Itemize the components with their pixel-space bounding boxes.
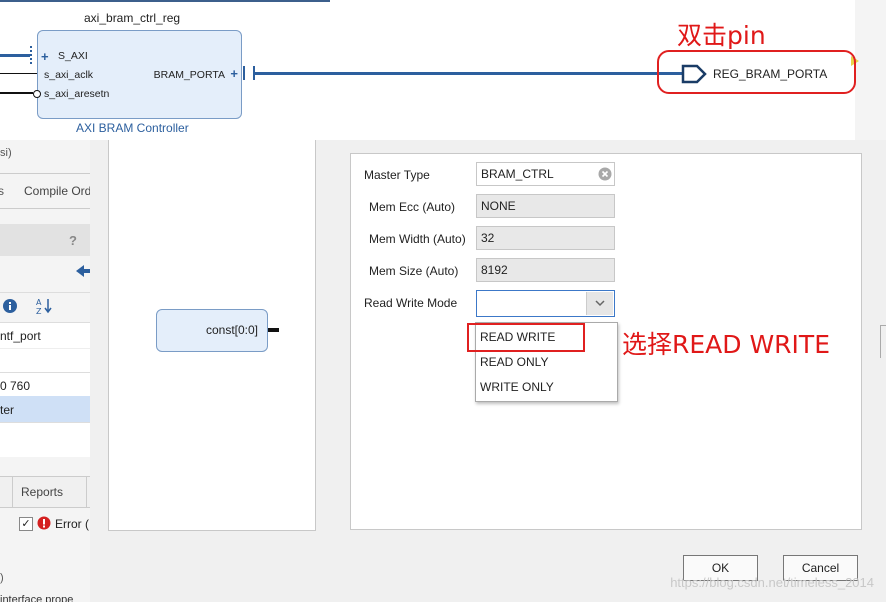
error-icon bbox=[37, 516, 51, 530]
watermark: https://blog.csdn.net/timeless_2014 bbox=[670, 575, 874, 590]
bus-marker bbox=[30, 46, 34, 64]
block-diagram-canvas: axi_bram_ctrl_reg + S_AXI s_axi_aclk s_a… bbox=[0, 0, 859, 140]
list-item-selected[interactable]: ter bbox=[0, 396, 90, 422]
mem-ecc-value: NONE bbox=[481, 199, 516, 213]
mem-ecc-field: NONE bbox=[476, 194, 615, 218]
net-aclk bbox=[0, 73, 37, 74]
svg-text:Z: Z bbox=[36, 307, 42, 315]
list-item-label: ntf_port bbox=[0, 329, 41, 343]
annotation-double-click: 双击pin bbox=[677, 21, 766, 50]
const-pin bbox=[268, 328, 279, 332]
panel-text-paren: ) bbox=[0, 572, 4, 584]
mem-size-label: Mem Size (Auto) bbox=[369, 264, 459, 278]
tab-fragment[interactable]: s bbox=[0, 184, 4, 198]
port-s-axi-aclk: s_axi_aclk bbox=[44, 69, 94, 81]
net-s-axi bbox=[0, 54, 30, 57]
list-item[interactable]: ntf_port bbox=[0, 322, 90, 349]
list-item[interactable] bbox=[0, 348, 90, 373]
option-read-only[interactable]: READ ONLY bbox=[480, 355, 548, 369]
mem-ecc-label: Mem Ecc (Auto) bbox=[369, 200, 456, 214]
back-arrow-row bbox=[0, 262, 90, 280]
list-item-label: 0 760 bbox=[0, 379, 31, 393]
list-item[interactable]: 0 760 bbox=[0, 372, 90, 397]
master-type-field[interactable]: BRAM_CTRL bbox=[476, 162, 615, 186]
read-write-mode-select[interactable] bbox=[476, 290, 615, 317]
list-item-label: ter bbox=[0, 403, 15, 417]
help-icon[interactable]: ? bbox=[69, 233, 77, 248]
port-s-axi: S_AXI bbox=[58, 50, 88, 62]
highlight-pin-box bbox=[657, 50, 856, 94]
tab-compile-order[interactable]: Compile Ord bbox=[24, 184, 90, 198]
error-filter-row: ✓ Error ( bbox=[0, 514, 90, 536]
top-edge-line bbox=[0, 0, 330, 2]
option-write-only[interactable]: WRITE ONLY bbox=[480, 380, 554, 394]
chevron-down-icon bbox=[595, 300, 605, 307]
master-type-value: BRAM_CTRL bbox=[481, 167, 554, 181]
panel-header: ? bbox=[0, 224, 90, 256]
mem-size-field: 8192 bbox=[476, 258, 615, 282]
right-edge-fragment bbox=[880, 325, 886, 358]
mem-width-label: Mem Width (Auto) bbox=[369, 232, 466, 246]
panel-tabs: s Compile Ord bbox=[0, 173, 90, 209]
clear-icon[interactable] bbox=[598, 167, 612, 181]
panel-text-interface: interface prope bbox=[0, 594, 74, 602]
plus-icon[interactable]: + bbox=[41, 49, 49, 64]
net-bram-porta bbox=[254, 72, 682, 75]
plus-icon[interactable]: + bbox=[230, 66, 238, 81]
cell-name: axi_bram_ctrl_reg bbox=[84, 11, 181, 25]
panel-text-si: si) bbox=[0, 147, 12, 159]
svg-text:A: A bbox=[36, 298, 42, 307]
axi-bram-controller-block[interactable]: + S_AXI s_axi_aclk s_axi_aresetn BRAM_PO… bbox=[37, 30, 242, 119]
annotation-select-read-write: 选择READ WRITE bbox=[622, 330, 830, 359]
dropdown-button[interactable] bbox=[586, 292, 613, 315]
mem-width-value: 32 bbox=[481, 231, 495, 245]
error-checkbox[interactable]: ✓ bbox=[19, 517, 33, 531]
info-icon[interactable] bbox=[2, 298, 18, 314]
mem-size-value: 8192 bbox=[481, 263, 508, 277]
sort-az-icon[interactable]: A Z bbox=[36, 297, 54, 315]
panel-toolbar: A Z bbox=[0, 292, 90, 319]
net-aresetn bbox=[0, 92, 33, 94]
const-block[interactable]: const[0:0] bbox=[156, 309, 268, 352]
mem-width-field: 32 bbox=[476, 226, 615, 250]
master-type-label: Master Type bbox=[364, 168, 430, 182]
error-filter-label: Error ( bbox=[55, 517, 89, 531]
bottom-tabs: Reports bbox=[0, 476, 90, 508]
port-s-axi-aresetn: s_axi_aresetn bbox=[44, 88, 110, 100]
port-bram-porta: BRAM_PORTA bbox=[153, 69, 225, 81]
block-title: AXI BRAM Controller bbox=[76, 121, 189, 135]
read-write-mode-label: Read Write Mode bbox=[364, 296, 458, 310]
arrow-left-icon[interactable] bbox=[76, 265, 90, 277]
inverted-pin-bubble bbox=[33, 90, 41, 98]
const-block-label: const[0:0] bbox=[205, 323, 258, 337]
list-item bbox=[0, 422, 90, 457]
highlight-read-write-box bbox=[467, 323, 585, 352]
tab-reports[interactable]: Reports bbox=[21, 485, 63, 499]
